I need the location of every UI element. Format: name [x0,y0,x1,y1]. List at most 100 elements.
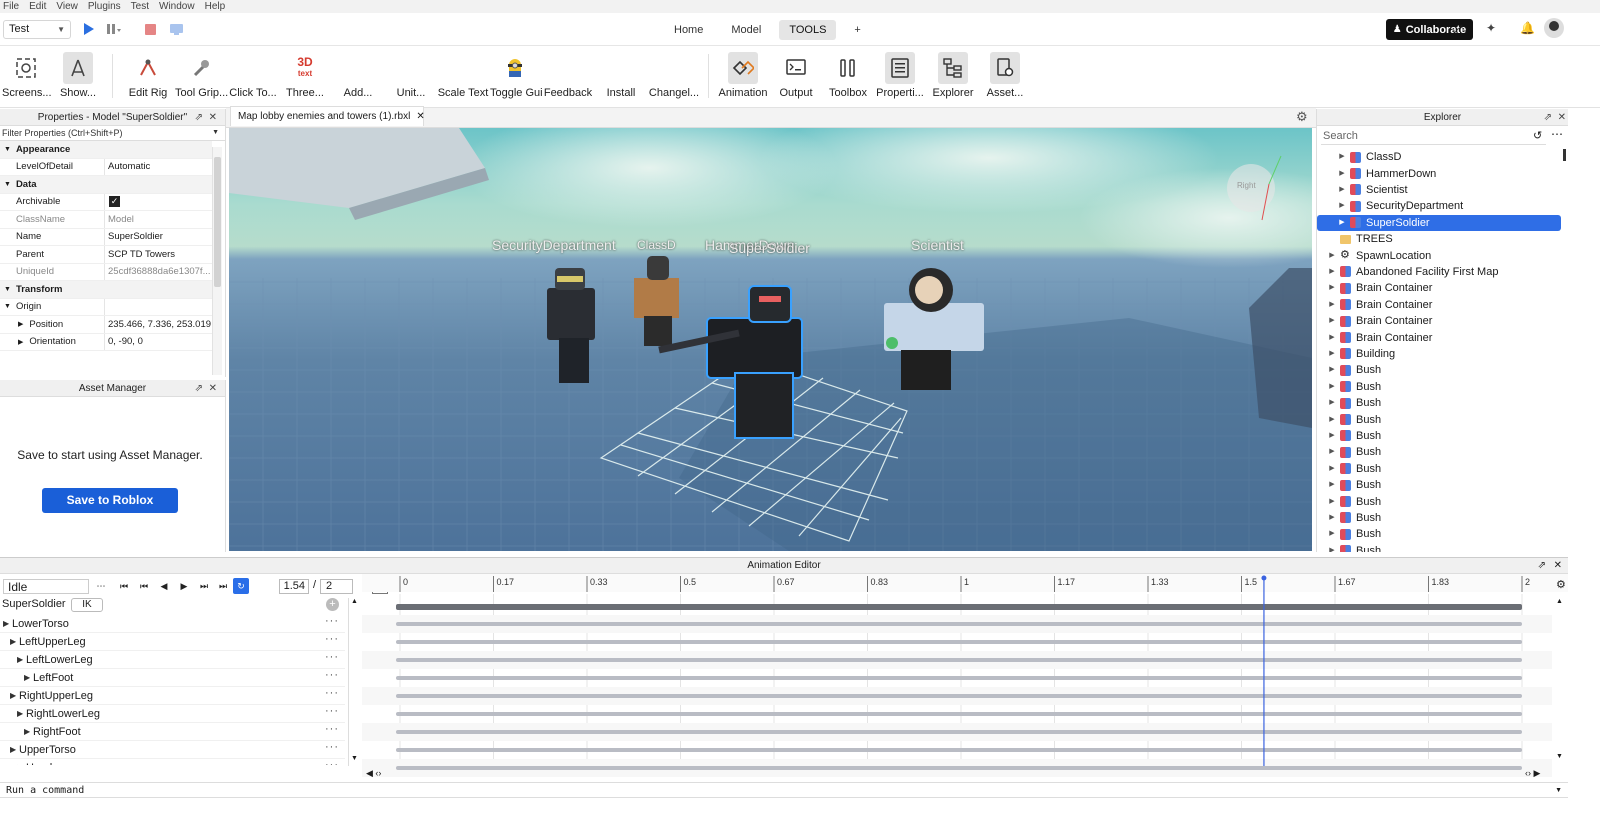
assistant-icon[interactable]: ✦ [1486,21,1496,35]
play-icon[interactable]: ▶ [176,578,192,594]
play-button[interactable] [80,21,96,37]
track-menu-icon[interactable]: ··· [325,756,339,765]
category-transform[interactable]: ▼ Transform [0,281,212,299]
undock-icon[interactable]: ⇗ [1538,558,1546,574]
tool-grip-button[interactable]: Tool Grip... [175,52,228,104]
expand-arrow-icon[interactable]: ▶ [10,633,16,651]
skip-start-icon[interactable]: ⏮ [116,578,132,594]
expand-arrow-icon[interactable]: ▶ [1327,264,1337,280]
property-row[interactable]: ▶ Orientation 0, -90, 0 [0,333,212,351]
play-reverse-icon[interactable]: ◀ [156,578,172,594]
save-to-roblox-button[interactable]: Save to Roblox [42,488,178,513]
notification-bell-icon[interactable]: 🔔 [1520,21,1535,35]
add-button[interactable]: Add... [338,52,378,104]
expand-arrow-icon[interactable]: ▶ [1327,395,1337,411]
explorer-item[interactable]: ▶ Bush [1317,428,1561,444]
show-button[interactable]: Show... [56,52,100,104]
output-button[interactable]: Output [775,52,817,104]
expand-arrow-icon[interactable]: ▶ [24,723,30,741]
expand-arrow-icon[interactable]: ▶ [1327,379,1337,395]
prev-keyframe-icon[interactable]: ⏮ [136,578,152,594]
explorer-item[interactable]: ▶ Bush [1317,379,1561,395]
next-keyframe-icon[interactable]: ⏭ [196,578,212,594]
changelog-button[interactable]: Changel... [648,52,700,104]
close-icon[interactable]: ✕ [1554,558,1562,574]
category-appearance[interactable]: ▼ Appearance [0,141,212,159]
explorer-item[interactable]: ▶ Bush [1317,543,1561,552]
track-row[interactable]: ▶Head ··· [0,759,345,765]
asset-manager-button[interactable]: Asset... [983,52,1027,104]
property-row[interactable]: ▼ Origin [0,298,212,316]
track-menu-icon[interactable]: ··· [325,738,339,756]
test-mode-select[interactable]: Test ▼ [3,20,71,39]
scroll-right-icon[interactable]: ‹› ▶ [1525,768,1540,779]
current-time-field[interactable]: 1.54 [279,579,309,594]
track-menu-icon[interactable]: ··· [325,684,339,702]
menu-file[interactable]: File [0,0,26,13]
explorer-item[interactable]: ▶ Abandoned Facility First Map [1317,264,1561,280]
explorer-item[interactable]: ▶ Bush [1317,395,1561,411]
explorer-item[interactable]: ▶ HammerDown [1317,165,1561,181]
track-row[interactable]: ▶ RightLowerLeg ··· [0,705,345,723]
properties-button[interactable]: Properti... [876,52,924,104]
archivable-checkbox[interactable]: ✓ [109,196,120,208]
expand-arrow-icon[interactable]: ▶ [10,741,16,759]
close-icon[interactable]: ✕ [209,380,217,397]
screenshot-button[interactable]: Screens... [2,52,52,104]
close-icon[interactable]: ✕ [416,111,424,122]
track-row[interactable]: ▶ RightUpperLeg ··· [0,687,345,705]
explorer-item[interactable]: ▶ Bush [1317,362,1561,378]
scroll-up-icon[interactable]: ▲ [1556,598,1563,605]
track-row[interactable]: ▶ UpperTorso ··· [0,741,345,759]
expand-arrow-icon[interactable]: ▶ [1327,461,1337,477]
explorer-item[interactable]: ▶ Bush [1317,411,1561,427]
expand-arrow-icon[interactable]: ▶ [1337,182,1347,198]
track-menu-icon[interactable]: ··· [325,666,339,684]
animation-length-field[interactable]: 2 [320,579,353,594]
track-menu-icon[interactable]: ··· [325,702,339,720]
gear-icon[interactable]: ⚙ [1556,578,1566,591]
menu-plugins[interactable]: Plugins [85,0,128,13]
properties-scrollbar[interactable] [212,147,222,375]
expand-arrow-icon[interactable]: ▶ [1327,346,1337,362]
expand-arrow-icon[interactable]: ▶ [1327,297,1337,313]
unit-button[interactable]: Unit... [392,52,430,104]
property-row[interactable]: ▶ Position 235.466, 7.336, 253.019 [0,316,212,334]
3d-viewport[interactable]: SecurityDepartment ClassD HammerDown Sup… [229,128,1312,551]
device-preview-button[interactable] [168,21,184,37]
expand-arrow-icon[interactable]: ▶ [17,759,23,765]
expand-arrow-icon[interactable]: ▶ [1327,248,1337,264]
skip-end-icon[interactable]: ⏭ [215,578,231,594]
ik-button[interactable]: IK [71,598,103,612]
close-icon[interactable]: ✕ [209,109,217,126]
expand-arrow-icon[interactable]: ▶ [1327,313,1337,329]
click-to-button[interactable]: Click To... [229,52,277,104]
pause-button[interactable] [106,21,122,37]
expand-arrow-icon[interactable]: ▶ [1327,362,1337,378]
tab-tools[interactable]: TOOLS [779,20,837,40]
property-row[interactable]: LevelOfDetail Automatic [0,158,212,176]
expand-arrow-icon[interactable]: ▶ [1337,198,1347,214]
expand-arrow-icon[interactable]: ▶ [1337,215,1347,231]
track-row[interactable]: ▶ LeftUpperLeg ··· [0,633,345,651]
expand-arrow-icon[interactable]: ▶ [1337,149,1347,165]
expand-arrow-icon[interactable]: ▶ [10,687,16,705]
explorer-scrollbar[interactable] [1561,149,1567,549]
explorer-item[interactable]: ▶ Building [1317,346,1561,362]
menu-edit[interactable]: Edit [26,0,53,13]
explorer-item[interactable]: ▶ Bush [1317,526,1561,542]
undock-icon[interactable]: ⇗ [1544,109,1552,126]
menu-help[interactable]: Help [202,0,233,13]
menu-window[interactable]: Window [156,0,202,13]
feedback-button[interactable]: Feedback [543,52,593,104]
track-row[interactable]: ▶ LeftLowerLeg ··· [0,651,345,669]
explorer-item[interactable]: ▶ Scientist [1317,182,1561,198]
expand-arrow-icon[interactable]: ▶ [24,669,30,687]
expand-arrow-icon[interactable]: ▶ [1327,444,1337,460]
undock-icon[interactable]: ⇗ [195,380,203,397]
explorer-item[interactable]: ▶ Brain Container [1317,280,1561,296]
explorer-item[interactable]: ▶ Bush [1317,461,1561,477]
expand-arrow-icon[interactable]: ▶ [1337,166,1347,182]
expand-arrow-icon[interactable]: ▶ [1327,494,1337,510]
animation-button[interactable]: Animation [716,52,770,104]
